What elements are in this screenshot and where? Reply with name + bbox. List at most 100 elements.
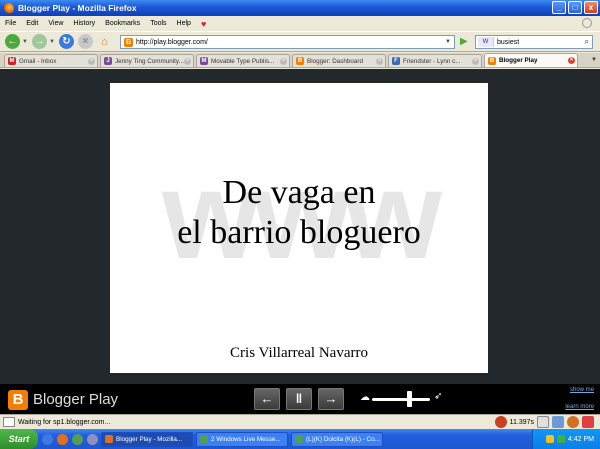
page-icon[interactable] (537, 416, 549, 428)
url-dropdown-icon[interactable]: ▼ (445, 39, 451, 45)
firefox-icon (105, 435, 113, 443)
search-icon[interactable]: ⌕ (585, 37, 589, 47)
tab-jenny-ting[interactable]: J Jenny Ting Community... × (100, 54, 194, 67)
menu-view[interactable]: View (48, 20, 63, 27)
back-button[interactable]: ← (5, 34, 20, 49)
windows-taskbar: Start Blogger Play - Mozilla... 2 Window… (0, 429, 600, 449)
gmail-icon: M (8, 57, 16, 65)
speed-slider-track[interactable] (372, 398, 430, 401)
messenger-icon (200, 435, 208, 443)
tab-close-icon[interactable]: × (376, 58, 383, 65)
messenger-icon (295, 435, 303, 443)
taskbar-button-label: (L)(K) Dolcita (K)(L) - Co... (306, 435, 380, 443)
clock: 4:42 PM (567, 435, 594, 443)
fast-speed-icon: ➶ (434, 391, 443, 402)
url-bar[interactable]: B http://play.blogger.com/ ▼ (120, 35, 455, 49)
player-bar: B Blogger Play ← ‖ → ☁ ➶ show me learn m… (0, 384, 600, 414)
slide-title-line: De vaga en (222, 174, 376, 211)
taskbar-button-firefox[interactable]: Blogger Play - Mozilla... (101, 431, 193, 447)
tab-close-icon[interactable]: × (88, 58, 95, 65)
load-time: 11.397s (509, 418, 534, 426)
window-titlebar: Blogger Play - Mozilla Firefox _ □ x (0, 0, 600, 16)
url-text: http://play.blogger.com/ (136, 38, 208, 46)
previous-button[interactable]: ← (254, 388, 280, 410)
show-me-link[interactable]: show me (570, 387, 594, 393)
search-text: busiest (497, 38, 520, 46)
slideshow-image[interactable]: www De vaga en el barrio bloguero Cris V… (110, 83, 488, 373)
menu-bar: File Edit View History Bookmarks Tools H… (0, 16, 600, 31)
tab-label: Friendster - Lynn c... (403, 57, 461, 65)
tab-blogger-play[interactable]: B Blogger Play × (484, 53, 578, 67)
page-status-icon (3, 417, 15, 427)
home-button[interactable]: ⌂ (97, 34, 112, 49)
speed-slider-handle[interactable] (407, 391, 413, 407)
ie-quicklaunch-icon[interactable] (42, 433, 53, 445)
tab-list-icon[interactable]: ▼ (591, 57, 597, 63)
tab-friendster[interactable]: F Friendster - Lynn c... × (388, 54, 482, 67)
tab-close-icon[interactable]: × (472, 58, 479, 65)
desktop-quicklaunch-icon[interactable] (87, 433, 98, 445)
firefox-icon (3, 2, 14, 14)
firefox-quicklaunch-icon[interactable] (57, 433, 68, 445)
tab-close-icon[interactable]: × (184, 58, 191, 65)
friendster-icon: F (392, 57, 400, 65)
tab-label: Blogger: Dashboard (307, 57, 364, 65)
pause-button[interactable]: ‖ (286, 388, 312, 410)
back-history-dropdown-icon[interactable]: ▼ (22, 39, 28, 45)
tab-gmail[interactable]: M Gmail - Inbox × (4, 54, 98, 67)
status-bar: Waiting for sp1.blogger.com... 11.397s (0, 414, 600, 429)
next-button[interactable]: → (318, 388, 344, 410)
taskbar-button-conversation[interactable]: (L)(K) Dolcita (K)(L) - Co... (291, 431, 383, 447)
tray-icon[interactable] (545, 435, 554, 443)
status-text: Waiting for sp1.blogger.com... (18, 418, 111, 426)
learn-more-link[interactable]: learn more (565, 404, 594, 410)
go-button[interactable]: ▶ (460, 37, 470, 47)
menu-tools[interactable]: Tools (150, 20, 166, 27)
tab-bar: M Gmail - Inbox × J Jenny Ting Community… (0, 53, 600, 68)
forward-history-dropdown-icon[interactable]: ▼ (49, 39, 55, 45)
system-tray: 4:42 PM (532, 429, 600, 449)
maximize-button[interactable]: □ (568, 1, 582, 14)
close-button[interactable]: x (584, 1, 598, 14)
minimize-button[interactable]: _ (552, 1, 566, 14)
status-addons: 11.397s (494, 416, 594, 428)
search-bar[interactable]: W busiest ⌕ (475, 35, 593, 49)
reload-button[interactable]: ↻ (58, 34, 74, 49)
slow-speed-icon: ☁ (360, 392, 370, 403)
menu-history[interactable]: History (73, 20, 95, 27)
blogger-icon: B (488, 56, 496, 65)
taskbar-button-label: Blogger Play - Mozilla... (116, 435, 183, 443)
slide-title: De vaga en el barrio bloguero (110, 173, 488, 253)
navigation-toolbar: ← ▼ → ▼ ↻ × ⌂ B http://play.blogger.com/… (0, 31, 600, 52)
throbber-icon (582, 18, 592, 28)
tray-icon[interactable] (556, 435, 565, 443)
menu-bookmarks[interactable]: Bookmarks (105, 20, 140, 27)
search-engine-icon[interactable]: W (478, 37, 494, 47)
extension-icon[interactable]: ♥ (201, 19, 206, 29)
tab-movable-type[interactable]: M Movable Type Publis... × (196, 54, 290, 67)
site-favicon: B (124, 37, 133, 47)
addon-icon[interactable] (494, 416, 507, 428)
menu-file[interactable]: File (5, 20, 16, 27)
stop-button[interactable]: × (77, 34, 93, 49)
tab-blogger-dashboard[interactable]: B Blogger: Dashboard × (292, 54, 386, 67)
forward-button[interactable]: → (31, 34, 47, 49)
tab-label: Gmail - Inbox (19, 57, 57, 65)
addon-icon[interactable] (567, 416, 579, 428)
start-button[interactable]: Start (0, 429, 38, 449)
tab-close-icon[interactable]: × (568, 57, 575, 64)
addon-icon[interactable] (582, 416, 594, 428)
messenger-quicklaunch-icon[interactable] (72, 433, 83, 445)
blogger-icon: B (296, 57, 304, 65)
tab-close-icon[interactable]: × (280, 58, 287, 65)
player-name: Blogger Play (33, 391, 119, 408)
taskbar-button-label: 2 Windows Live Messe... (211, 435, 281, 443)
menu-help[interactable]: Help (177, 20, 191, 27)
taskbar-button-messenger[interactable]: 2 Windows Live Messe... (196, 431, 288, 447)
blogger-logo-icon: B (8, 390, 28, 410)
addon-icon[interactable] (552, 416, 564, 428)
page-content: www De vaga en el barrio bloguero Cris V… (0, 69, 600, 384)
tab-label: Jenny Ting Community... (115, 57, 184, 65)
menu-edit[interactable]: Edit (26, 20, 38, 27)
tab-label: Blogger Play (499, 57, 538, 64)
